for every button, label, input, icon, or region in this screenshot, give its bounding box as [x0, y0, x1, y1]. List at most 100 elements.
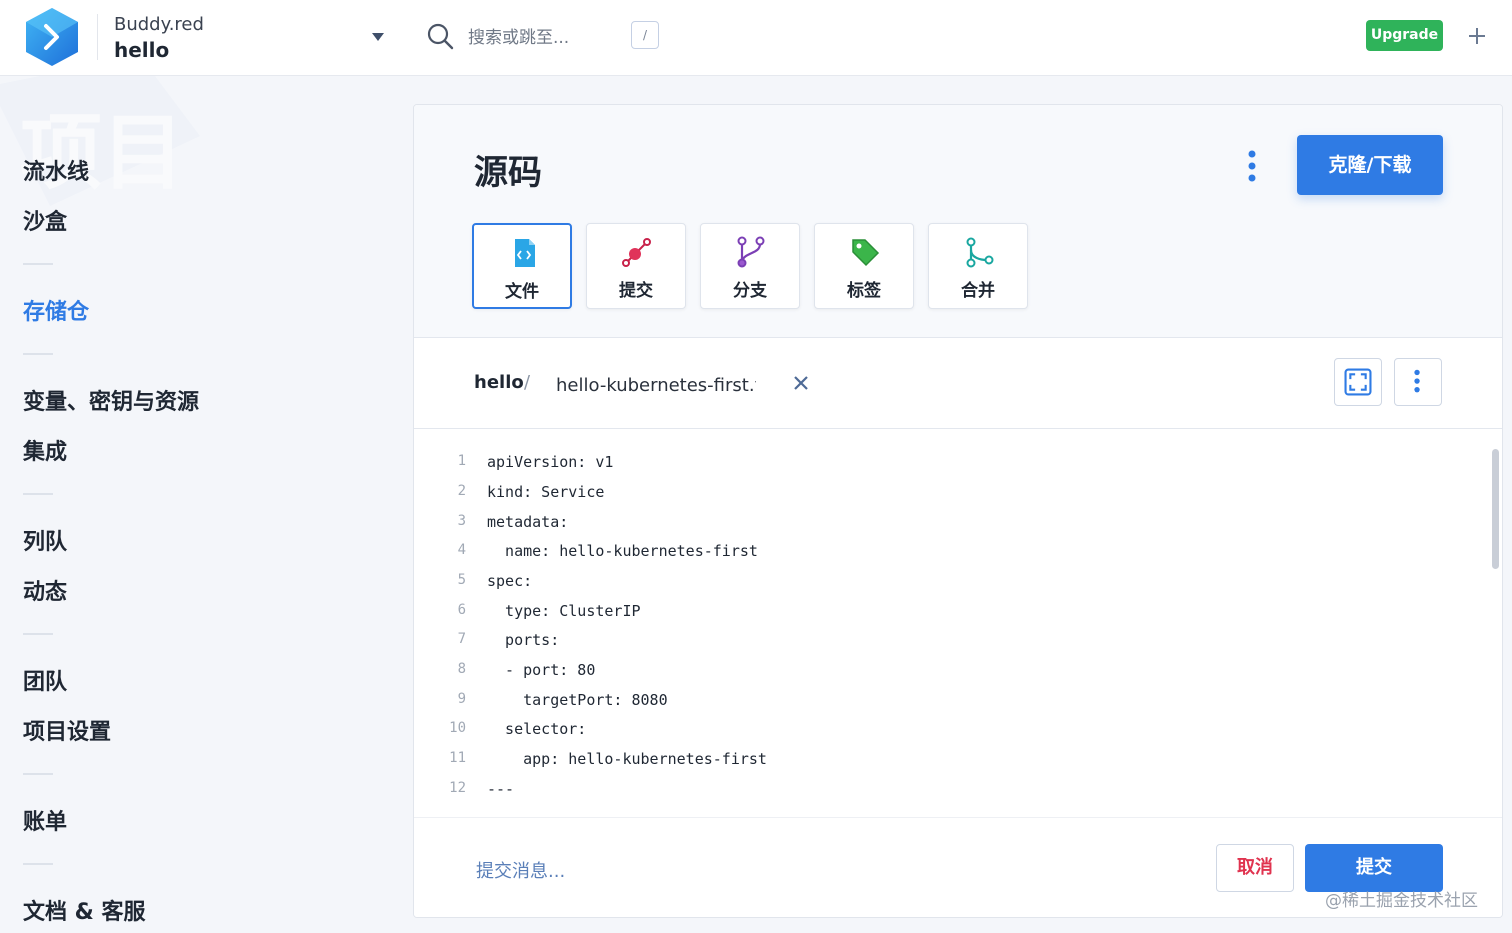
tag-icon	[852, 239, 880, 267]
code-line: 2 kind: Service	[414, 483, 1474, 513]
line-text: targetPort: 8080	[487, 691, 668, 709]
sidebar-item-repository[interactable]: 存储仓	[23, 294, 89, 326]
commit-icon	[622, 238, 651, 267]
sidebar-item-team[interactable]: 团队	[23, 664, 67, 696]
line-number: 6	[457, 602, 466, 618]
line-number: 10	[449, 720, 466, 736]
line-text: metadata:	[487, 513, 569, 531]
line-text: app: hello-kubernetes-first	[487, 750, 767, 768]
breadcrumb-root[interactable]: hello	[474, 372, 524, 393]
top-bar: Buddy.red hello / Upgrade	[0, 0, 1512, 76]
filename-input[interactable]	[554, 370, 758, 400]
line-text: ports:	[487, 631, 560, 649]
sidebar-divider	[23, 353, 53, 355]
sidebar-item-pipelines[interactable]: 流水线	[23, 154, 89, 186]
code-line: 3 metadata:	[414, 513, 1474, 543]
search-shortcut-key: /	[631, 21, 659, 49]
sidebar-item-sandbox[interactable]: 沙盒	[23, 204, 67, 236]
fullscreen-button[interactable]	[1334, 358, 1382, 406]
tab-tags[interactable]: 标签	[814, 223, 914, 309]
tab-label: 标签	[847, 281, 881, 301]
tab-label: 分支	[733, 281, 767, 301]
line-text: - port: 80	[487, 661, 596, 679]
upgrade-button[interactable]: Upgrade	[1366, 20, 1443, 51]
branch-icon	[737, 236, 765, 268]
buddy-logo-icon[interactable]	[22, 6, 82, 68]
chevron-down-icon[interactable]	[370, 30, 386, 44]
close-icon[interactable]	[792, 374, 810, 392]
search-icon[interactable]	[426, 22, 454, 50]
sidebar-item-queue[interactable]: 列队	[23, 524, 67, 556]
sidebar-item-docs-support[interactable]: 文档 & 客服	[23, 894, 146, 926]
file-path-bar: hello /	[414, 338, 1502, 429]
line-number: 8	[457, 661, 466, 677]
sidebar-divider	[23, 863, 53, 865]
line-text: spec:	[487, 572, 533, 590]
more-options-icon	[1414, 369, 1420, 393]
sidebar-item-project-settings[interactable]: 项目设置	[23, 714, 111, 746]
line-text: apiVersion: v1	[487, 453, 614, 471]
fullscreen-icon	[1344, 368, 1372, 396]
line-text: name: hello-kubernetes-first	[487, 542, 758, 560]
scrollbar-thumb[interactable]	[1492, 449, 1499, 569]
file-code-icon	[515, 239, 535, 267]
tab-label: 文件	[505, 282, 539, 302]
sidebar-item-integrations[interactable]: 集成	[23, 434, 67, 466]
code-line: 8 - port: 80	[414, 661, 1474, 691]
code-line: 5 spec:	[414, 572, 1474, 602]
tab-commits[interactable]: 提交	[586, 223, 686, 309]
panel-header: 源码 克隆/下载 文件 提交 分支 标签 合并	[414, 105, 1502, 338]
line-number: 7	[457, 631, 466, 647]
code-line: 9 targetPort: 8080	[414, 691, 1474, 721]
sidebar-item-variables[interactable]: 变量、密钥与资源	[23, 384, 199, 416]
search-input[interactable]	[466, 22, 620, 54]
line-number: 11	[449, 750, 466, 766]
page-title: 源码	[474, 153, 542, 193]
sidebar-divider	[23, 633, 53, 635]
sidebar-item-billing[interactable]: 账单	[23, 804, 67, 836]
line-number: 1	[457, 453, 466, 469]
tab-merges[interactable]: 合并	[928, 223, 1028, 309]
line-text: ---	[487, 780, 515, 798]
commit-button[interactable]: 提交	[1305, 844, 1443, 892]
sidebar-divider	[23, 773, 53, 775]
line-text: type: ClusterIP	[487, 602, 641, 620]
tab-label: 合并	[961, 281, 995, 301]
sidebar: 项目 流水线 沙盒 存储仓 变量、密钥与资源 集成 列队 动态 团队 项目设置 …	[0, 76, 380, 933]
sidebar-divider	[23, 263, 53, 265]
code-line: 6 type: ClusterIP	[414, 602, 1474, 632]
tab-label: 提交	[619, 281, 653, 301]
tab-files[interactable]: 文件	[472, 223, 572, 309]
line-number: 9	[457, 691, 466, 707]
more-options-icon[interactable]	[1242, 149, 1262, 183]
line-number: 4	[457, 542, 466, 558]
code-editor[interactable]: 1 apiVersion: v1 2 kind: Service 3 metad…	[414, 429, 1502, 815]
sidebar-divider	[23, 493, 53, 495]
sidebar-item-activity[interactable]: 动态	[23, 574, 67, 606]
merge-icon	[966, 237, 994, 268]
code-line: 11 app: hello-kubernetes-first	[414, 750, 1474, 780]
code-line: 12 ---	[414, 780, 1474, 810]
clone-download-button[interactable]: 克隆/下载	[1297, 135, 1443, 195]
breadcrumb-separator: /	[524, 372, 531, 393]
code-line: 7 ports:	[414, 631, 1474, 661]
project-name[interactable]: hello	[114, 38, 169, 62]
line-number: 12	[449, 780, 466, 796]
plus-icon[interactable]	[1466, 25, 1488, 47]
tab-branches[interactable]: 分支	[700, 223, 800, 309]
watermark-credit: @稀土掘金技术社区	[1325, 891, 1478, 911]
code-line: 4 name: hello-kubernetes-first	[414, 542, 1474, 572]
line-number: 5	[457, 572, 466, 588]
org-name[interactable]: Buddy.red	[114, 14, 204, 35]
code-line: 10 selector:	[414, 720, 1474, 750]
code-line: 1 apiVersion: v1	[414, 453, 1474, 483]
source-panel: 源码 克隆/下载 文件 提交 分支 标签 合并 hello / hello-ku…	[413, 104, 1503, 918]
cancel-button[interactable]: 取消	[1216, 844, 1294, 892]
logo-divider	[97, 14, 98, 60]
line-number: 3	[457, 513, 466, 529]
commit-message-input[interactable]	[474, 856, 778, 886]
line-number: 2	[457, 483, 466, 499]
line-text: selector:	[487, 720, 587, 738]
file-options-button[interactable]	[1394, 358, 1442, 406]
line-text: kind: Service	[487, 483, 605, 501]
